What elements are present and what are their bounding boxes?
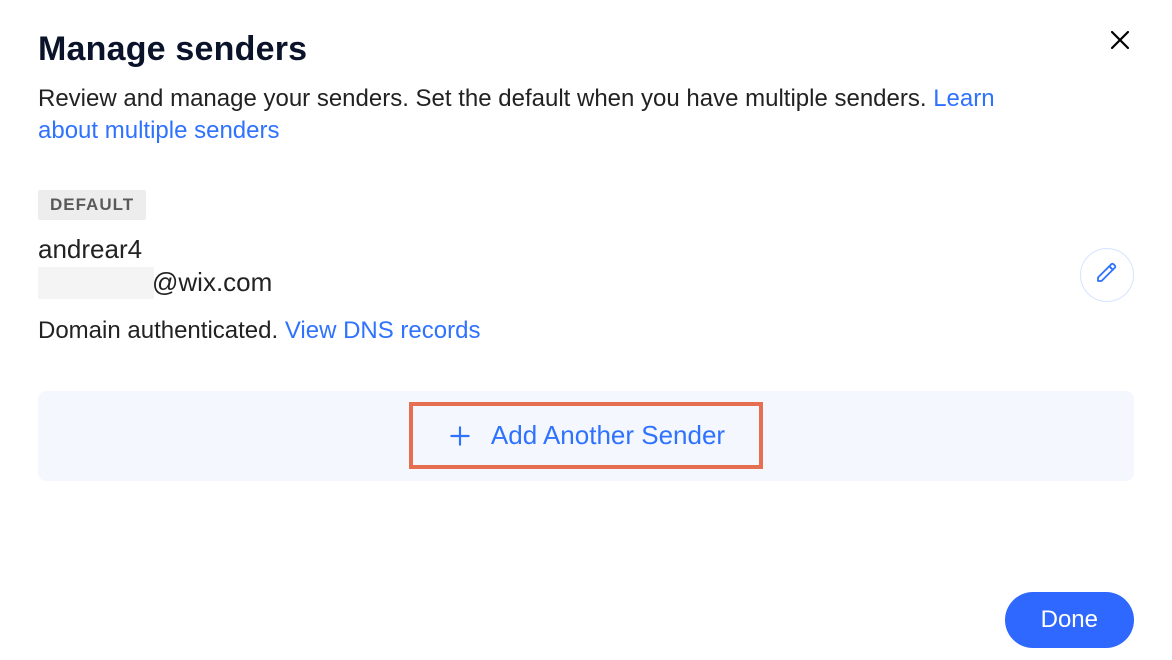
auth-status-row: Domain authenticated. View DNS records — [38, 317, 1134, 345]
close-icon — [1108, 28, 1132, 57]
sender-email: @wix.com — [38, 267, 1134, 299]
subtitle-text: Review and manage your senders. Set the … — [38, 85, 933, 112]
view-dns-link[interactable]: View DNS records — [285, 317, 481, 344]
redacted-email-local — [38, 267, 154, 299]
pencil-icon — [1095, 260, 1119, 289]
close-button[interactable] — [1106, 28, 1134, 56]
add-sender-button[interactable]: Add Another Sender — [409, 402, 763, 469]
sender-email-domain: @wix.com — [152, 267, 272, 298]
auth-status-text: Domain authenticated. — [38, 317, 285, 344]
dialog-subtitle: Review and manage your senders. Set the … — [38, 83, 1058, 148]
default-badge: DEFAULT — [38, 190, 146, 220]
sender-card: andrear4 @wix.com Domain authenticated. … — [38, 234, 1134, 345]
dialog-title: Manage senders — [38, 30, 1134, 69]
done-button[interactable]: Done — [1005, 592, 1134, 648]
add-sender-bar: Add Another Sender — [38, 391, 1134, 481]
sender-name: andrear4 — [38, 234, 1134, 265]
edit-sender-button[interactable] — [1080, 248, 1134, 302]
plus-icon — [447, 423, 473, 449]
add-sender-label: Add Another Sender — [491, 420, 725, 451]
